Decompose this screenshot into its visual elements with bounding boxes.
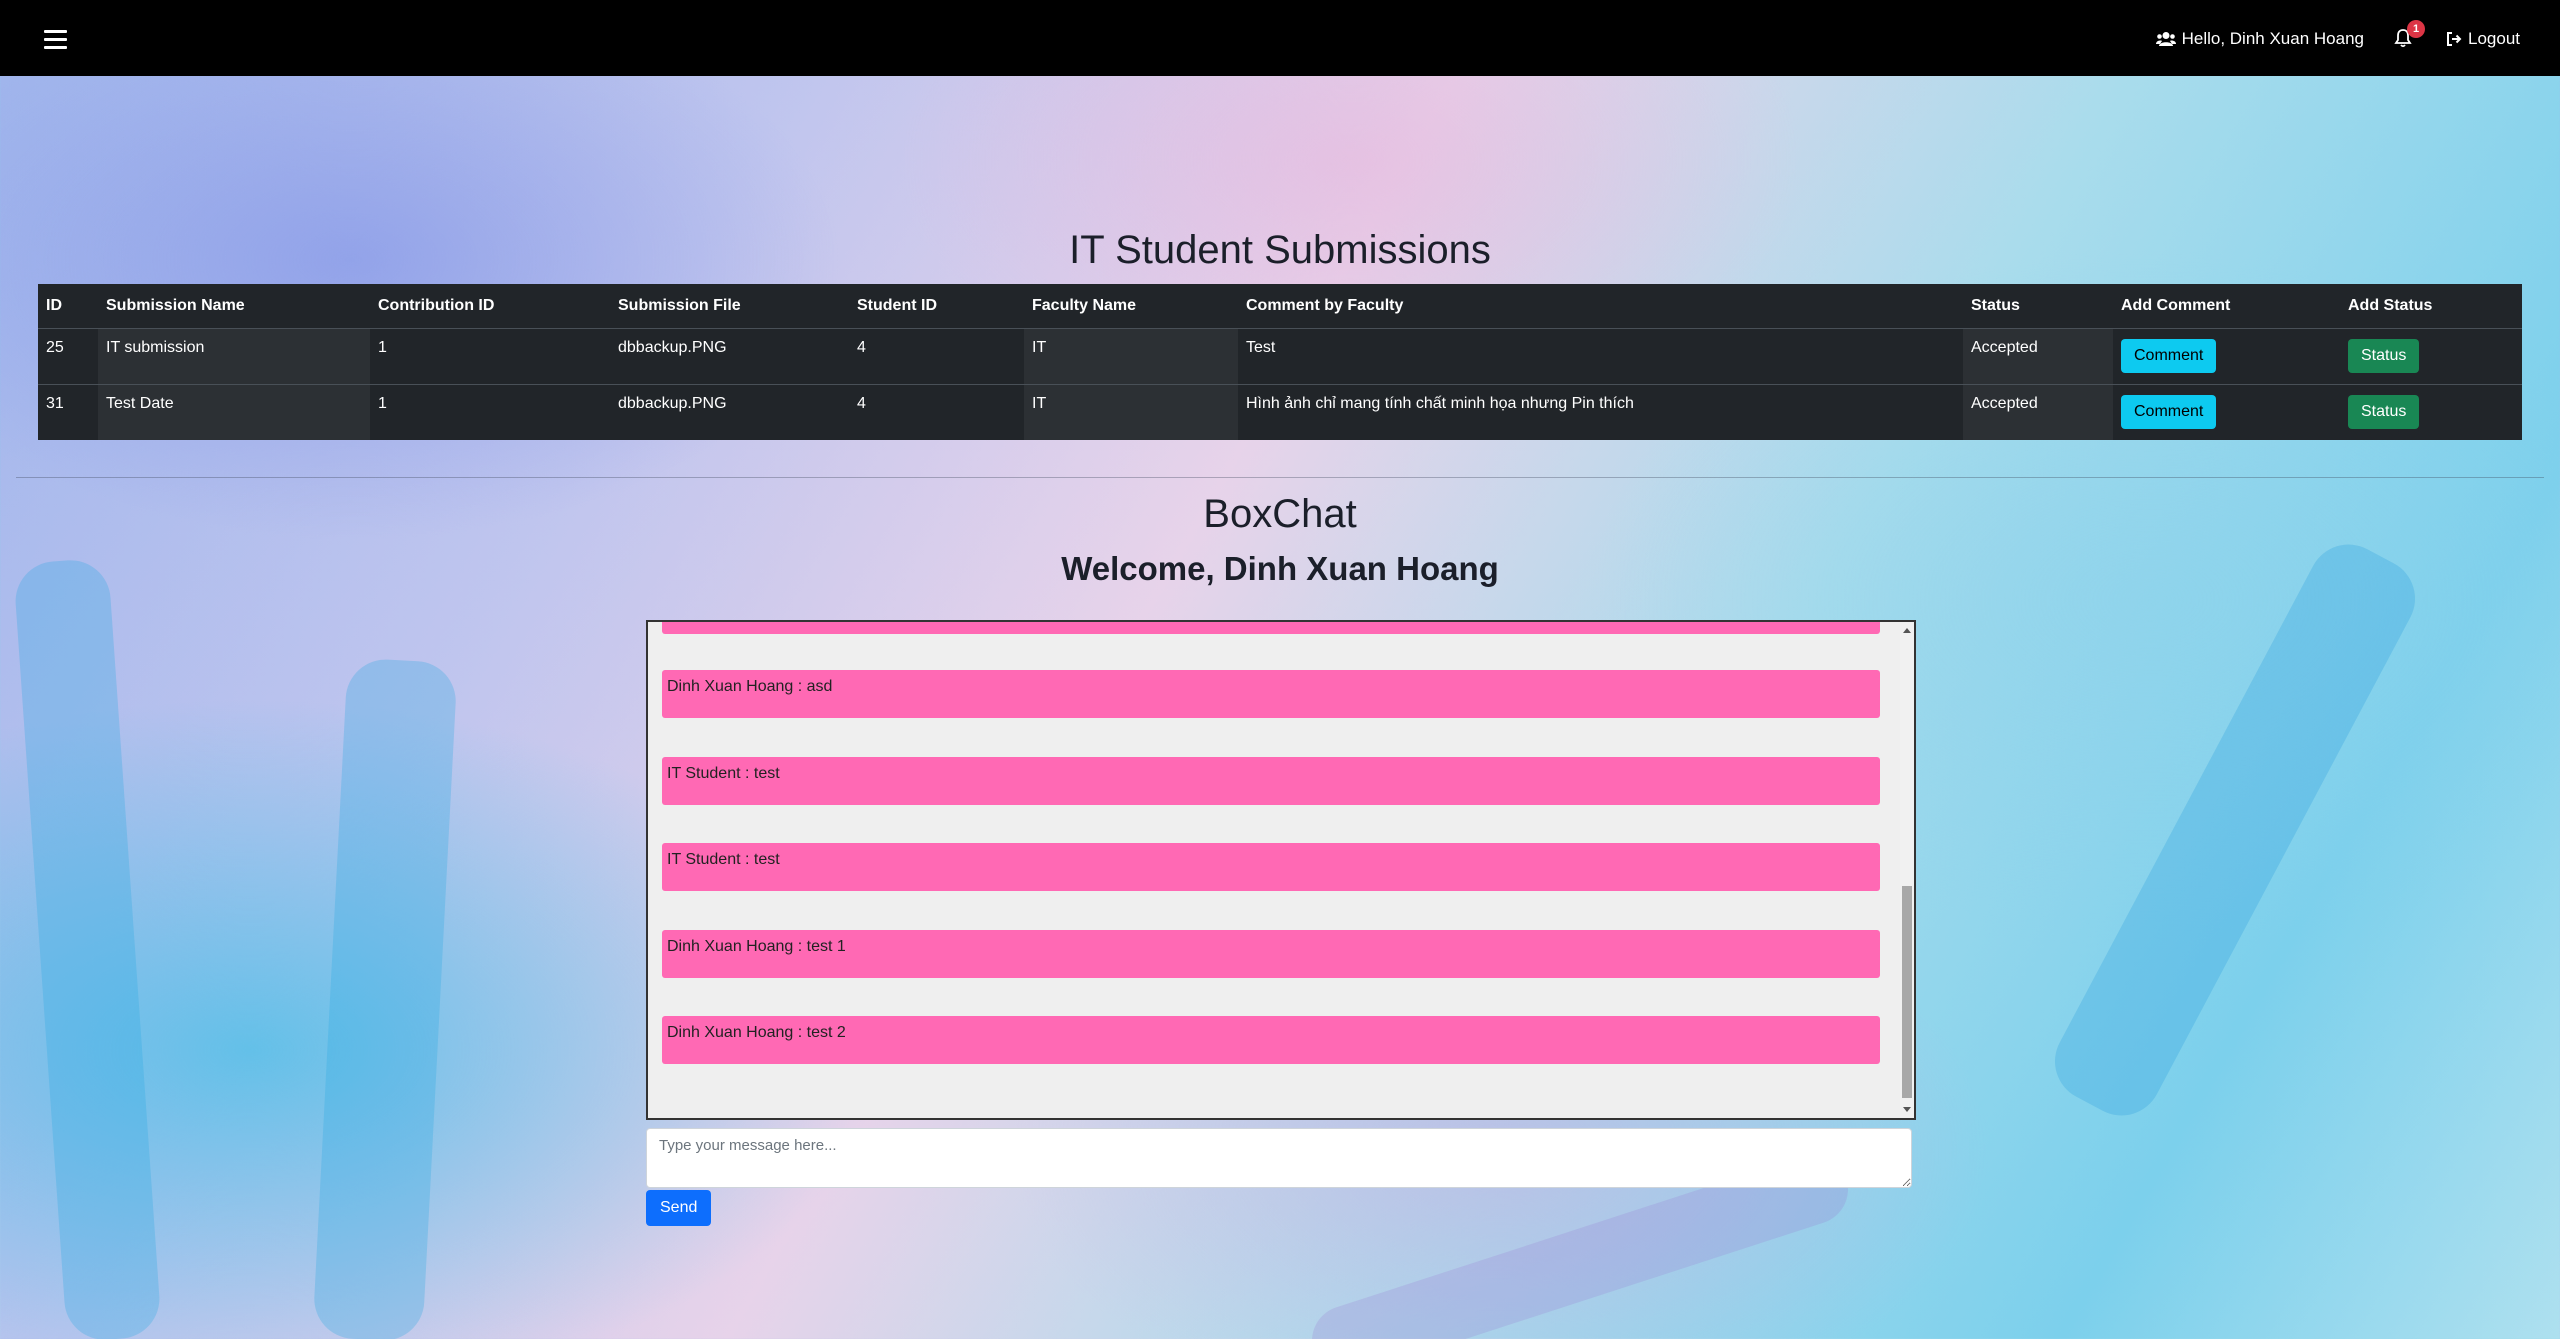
- cell-student-id: 4: [849, 384, 1024, 440]
- message-input[interactable]: [646, 1128, 1912, 1188]
- cell-faculty-name: IT: [1024, 328, 1238, 385]
- cell-id: 25: [38, 328, 98, 385]
- status-button[interactable]: Status: [2348, 339, 2420, 373]
- logout-link[interactable]: Logout: [2446, 29, 2520, 49]
- scroll-down-icon[interactable]: [1903, 1107, 1911, 1112]
- table-header-row: ID Submission Name Contribution ID Submi…: [38, 284, 2522, 329]
- cell-student-id: 4: [849, 328, 1024, 385]
- cell-comment: Test: [1238, 328, 1963, 385]
- cell-status: Accepted: [1963, 384, 2113, 440]
- notifications-button[interactable]: 1: [2394, 20, 2425, 50]
- send-button[interactable]: Send: [646, 1190, 712, 1226]
- cell-add-status: Status: [2340, 384, 2522, 440]
- cell-status: Accepted: [1963, 328, 2113, 385]
- status-button[interactable]: Status: [2348, 395, 2420, 429]
- background-stroke: [312, 657, 458, 1339]
- column-header: Faculty Name: [1032, 297, 1137, 314]
- column-header: Add Status: [2348, 297, 2433, 314]
- cell-comment: Hình ảnh chỉ mang tính chất minh họa như…: [1238, 384, 1963, 440]
- cell-contribution-id: 1: [370, 384, 610, 440]
- scroll-thumb[interactable]: [1902, 886, 1912, 1098]
- cell-contribution-id: 1: [370, 328, 610, 385]
- table-row: 31 Test Date 1 dbbackup.PNG 4 IT Hình ản…: [38, 384, 2522, 440]
- column-header: Add Comment: [2121, 297, 2231, 314]
- section-divider: [16, 477, 2544, 478]
- notification-badge: 1: [2407, 20, 2425, 38]
- background-stroke: [2040, 530, 2430, 1130]
- scroll-up-icon[interactable]: [1903, 628, 1911, 633]
- cell-submission-name: IT submission: [98, 328, 370, 385]
- cell-submission-name: Test Date: [98, 384, 370, 440]
- chat-message: Dinh Xuan Hoang : test 1: [662, 930, 1880, 978]
- user-greeting[interactable]: Hello, Dinh Xuan Hoang: [2155, 29, 2364, 49]
- column-header: Comment by Faculty: [1246, 297, 1404, 314]
- submissions-title: IT Student Submissions: [1069, 228, 1491, 272]
- background-stroke: [12, 557, 163, 1339]
- column-header: Student ID: [857, 297, 937, 314]
- sign-out-icon: [2447, 32, 2462, 46]
- column-header: Submission Name: [106, 297, 245, 314]
- column-header: Contribution ID: [378, 297, 495, 314]
- comment-button[interactable]: Comment: [2121, 395, 2217, 429]
- logout-label: Logout: [2468, 29, 2520, 48]
- chat-message: IT Student : test: [662, 843, 1880, 891]
- users-icon: [2155, 32, 2176, 46]
- cell-faculty-name: IT: [1024, 384, 1238, 440]
- chat-scrollbar[interactable]: [1900, 622, 1914, 1118]
- cell-add-comment: Comment: [2113, 328, 2340, 385]
- top-navbar: Hello, Dinh Xuan Hoang 1 Logout: [0, 0, 2560, 76]
- hamburger-icon[interactable]: [44, 30, 67, 50]
- column-header: Status: [1971, 297, 2020, 314]
- cell-add-status: Status: [2340, 328, 2522, 385]
- column-header: ID: [46, 297, 62, 314]
- greeting-text: Hello, Dinh Xuan Hoang: [2181, 29, 2364, 48]
- chat-message: [662, 622, 1880, 634]
- cell-submission-file: dbbackup.PNG: [610, 384, 849, 440]
- chat-message: Dinh Xuan Hoang : asd: [662, 670, 1880, 718]
- column-header: Submission File: [618, 297, 741, 314]
- cell-add-comment: Comment: [2113, 384, 2340, 440]
- table-row: 25 IT submission 1 dbbackup.PNG 4 IT Tes…: [38, 328, 2522, 385]
- welcome-heading: Welcome, Dinh Xuan Hoang: [1061, 550, 1499, 587]
- navbar-right: Hello, Dinh Xuan Hoang 1 Logout: [2155, 20, 2520, 50]
- comment-button[interactable]: Comment: [2121, 339, 2217, 373]
- cell-submission-file: dbbackup.PNG: [610, 328, 849, 385]
- chat-messages-box[interactable]: Dinh Xuan Hoang : asd IT Student : test …: [646, 620, 1916, 1120]
- chat-message: Dinh Xuan Hoang : test 2: [662, 1016, 1880, 1064]
- cell-id: 31: [38, 384, 98, 440]
- chat-message: IT Student : test: [662, 757, 1880, 805]
- boxchat-title: BoxChat: [1203, 492, 1357, 536]
- submissions-table: ID Submission Name Contribution ID Submi…: [38, 284, 2522, 440]
